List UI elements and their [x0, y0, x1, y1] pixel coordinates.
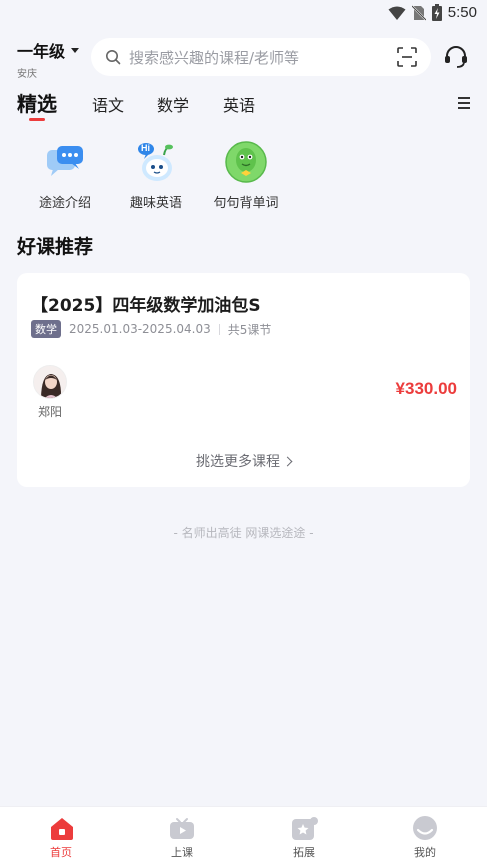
caret-down-icon — [71, 47, 80, 53]
entry-sentence-words[interactable]: 句句背单词 — [206, 140, 286, 211]
no-sim-icon — [411, 4, 426, 21]
teacher-name: 郑阳 — [37, 405, 62, 419]
green-mascot-icon — [224, 140, 268, 184]
clock-time: 5:50 — [447, 4, 477, 21]
bottom-navigation: 首页 上课 拓展 我的 — [0, 806, 487, 865]
entry-fun-english[interactable]: Hi 趣味英语 — [116, 140, 196, 211]
status-bar: 5:50 — [0, 0, 487, 28]
nav-classes[interactable]: 上课 — [142, 815, 222, 860]
menu-icon[interactable] — [458, 96, 470, 110]
slogan-text: - 名师出高徒 网课选途途 - — [173, 526, 314, 540]
battery-charging-icon — [431, 4, 442, 21]
nav-expand[interactable]: 拓展 — [264, 815, 344, 860]
teacher-avatar — [33, 365, 67, 399]
hi-mascot-icon: Hi — [134, 140, 178, 184]
nav-home[interactable]: 首页 — [21, 815, 101, 860]
course-card[interactable]: 【2025】四年级数学加油包S 数学 2025.01.03-2025.04.03… — [17, 273, 470, 487]
nav-profile[interactable]: 我的 — [385, 815, 465, 860]
tab-featured[interactable]: 精选 — [17, 88, 57, 117]
tab-math[interactable]: 数学 — [157, 92, 189, 116]
home-icon — [48, 815, 74, 841]
course-title: 【2025】四年级数学加油包S — [31, 296, 261, 316]
subject-tag: 数学 — [31, 320, 61, 338]
profile-icon — [412, 815, 438, 841]
tab-active-indicator — [29, 118, 45, 121]
search-bar[interactable]: 搜索感兴趣的课程/老师等 — [91, 38, 431, 76]
nav-expand-label: 拓展 — [293, 846, 315, 859]
header: 一年级 安庆 搜索感兴趣的课程/老师等 — [0, 38, 487, 80]
wifi-icon — [388, 6, 406, 20]
category-tabs: 精选 语文 数学 英语 — [0, 88, 487, 124]
customer-service-icon[interactable] — [443, 44, 469, 70]
tab-chinese[interactable]: 语文 — [92, 92, 124, 116]
course-price: ¥330.00 — [395, 379, 457, 398]
chat-bubbles-icon — [43, 140, 87, 184]
lesson-count: 共5课节 — [227, 322, 272, 337]
entry-label: 趣味英语 — [129, 196, 182, 211]
nav-home-label: 首页 — [50, 846, 72, 859]
search-placeholder: 搜索感兴趣的课程/老师等 — [129, 48, 300, 67]
course-meta: 数学 2025.01.03-2025.04.03 共5课节 — [31, 320, 271, 338]
grade-selector[interactable]: 一年级 安庆 — [17, 38, 80, 80]
search-icon — [106, 50, 121, 65]
section-title: 好课推荐 — [17, 236, 94, 258]
more-courses-link[interactable]: 挑选更多课程 — [17, 451, 470, 471]
star-box-icon — [291, 815, 318, 841]
tab-english[interactable]: 英语 — [223, 92, 255, 116]
more-courses-label: 挑选更多课程 — [196, 454, 280, 470]
hi-badge-text: Hi — [141, 143, 150, 153]
play-tv-icon — [169, 815, 195, 841]
scan-icon[interactable] — [397, 47, 417, 67]
date-range: 2025.01.03-2025.04.03 — [69, 322, 211, 336]
entry-label: 句句背单词 — [213, 196, 279, 211]
entry-tutu-intro[interactable]: 途途介绍 — [25, 140, 105, 211]
entry-label: 途途介绍 — [38, 196, 91, 211]
nav-profile-label: 我的 — [414, 846, 436, 859]
grade-label: 一年级 — [17, 42, 66, 61]
grade-label-row: 一年级 — [17, 38, 80, 62]
meta-divider — [218, 323, 220, 335]
teacher-info[interactable]: 郑阳 — [30, 365, 70, 420]
quick-entries: 途途介绍 Hi 趣味英语 句句背单词 — [0, 140, 487, 212]
nav-classes-label: 上课 — [171, 846, 193, 859]
chevron-right-icon — [282, 456, 293, 467]
location-label: 安庆 — [17, 69, 37, 80]
